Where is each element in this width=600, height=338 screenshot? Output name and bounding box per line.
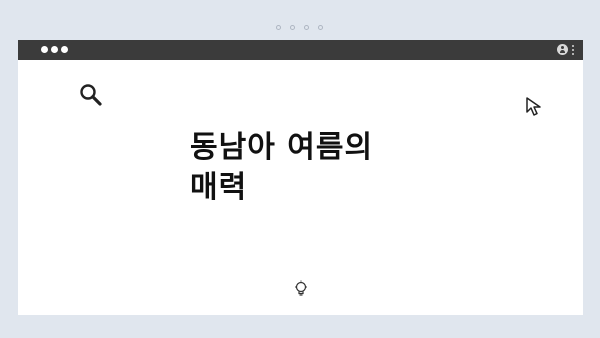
slide-stage: 동남아 여름의 매력 [0, 0, 600, 338]
dot [290, 25, 295, 30]
dot [276, 25, 281, 30]
window-control-dot[interactable] [51, 46, 58, 53]
lightbulb-icon [295, 280, 307, 296]
dot [318, 25, 323, 30]
window-controls-icon[interactable] [41, 46, 68, 53]
page-title: 동남아 여름의 매력 [190, 128, 450, 208]
titlebar-actions [557, 44, 574, 55]
headline-line-1: 동남아 여름의 [190, 130, 374, 165]
kebab-menu-icon[interactable] [572, 44, 574, 55]
cursor-arrow-icon [526, 97, 541, 116]
window-control-dot[interactable] [41, 46, 48, 53]
search-icon [80, 84, 102, 106]
user-icon[interactable] [557, 44, 568, 55]
window-control-dot[interactable] [61, 46, 68, 53]
pagination-dots-icon [276, 25, 323, 30]
headline-line-2: 매력 [190, 170, 248, 205]
window-titlebar [18, 40, 583, 60]
dot [304, 25, 309, 30]
